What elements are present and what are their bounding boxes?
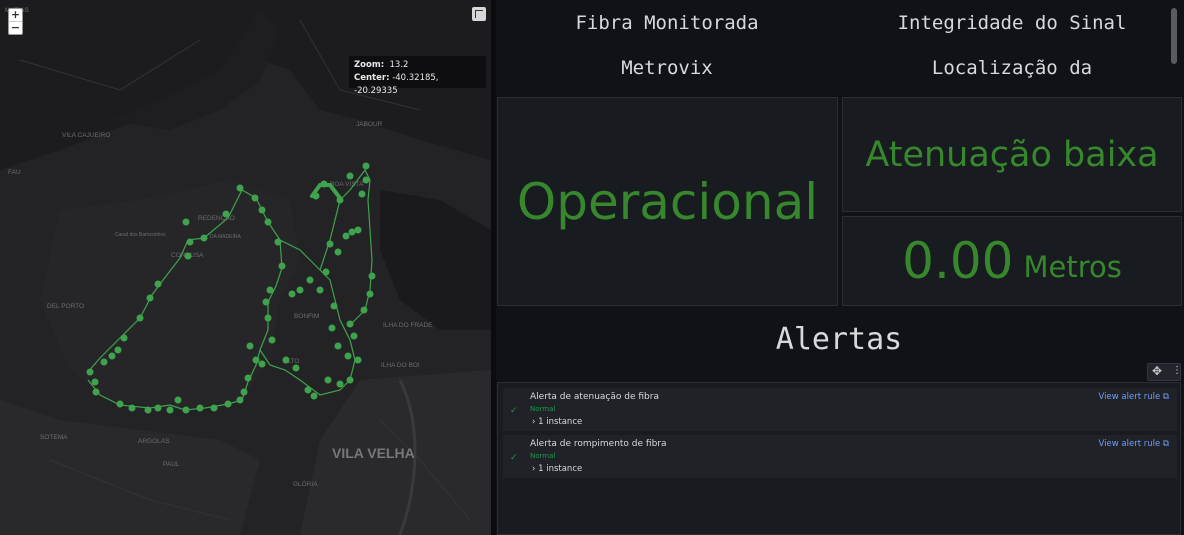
place-label: VILA CAJUEIRO [62, 132, 110, 139]
fiber-map[interactable]: MATIAS VILA CAJUEIRO FAU JABOUR BOA VIST… [0, 0, 491, 535]
layer-switcher-icon[interactable] [472, 7, 486, 21]
alert-name: Alerta de rompimento de fibra [530, 439, 667, 449]
place-label: PAUL [163, 461, 180, 468]
fibra-title: Fibra Monitorada [575, 12, 759, 34]
place-label: GLÓRIA [293, 479, 318, 488]
status-value: Operacional [516, 172, 819, 231]
fibra-subtitle: Metrovix [621, 57, 713, 79]
alert-name: Alerta de atenuação de fibra [530, 392, 659, 402]
view-alert-rule-link[interactable]: View alert rule ⧉ [1099, 439, 1169, 449]
zoom-control: + − [8, 8, 23, 35]
alert-list-panel: ✓ Alerta de atenuação de fibra Normal › … [497, 382, 1181, 535]
move-icon[interactable]: ✥ [1152, 364, 1162, 378]
place-label: DA MADEIRA [210, 234, 242, 240]
alert-rule-row[interactable]: ✓ Alerta de atenuação de fibra Normal › … [503, 388, 1177, 431]
integrity-panel: Atenuação baixa [842, 97, 1182, 212]
sinal-title: Integridade do Sinal [897, 12, 1127, 34]
place-label: ILHA DO FRADE [383, 322, 433, 329]
zoom-out-button[interactable]: − [9, 21, 22, 34]
center-label: Center: [354, 73, 390, 83]
instances-toggle[interactable]: › 1 instance [532, 464, 582, 474]
location-value: 0.00 [902, 232, 1014, 290]
location-unit: Metros [1023, 250, 1122, 284]
place-label: DEL PORTO [47, 303, 84, 310]
panel-tools: ✥ ⋮ [1147, 363, 1182, 381]
check-icon: ✓ [510, 453, 518, 463]
sinal-subtitle: Localização da [931, 57, 1093, 79]
alerts-title: Alertas [775, 322, 903, 357]
instances-toggle[interactable]: › 1 instance [532, 417, 582, 427]
check-icon: ✓ [510, 406, 518, 416]
zoom-in-button[interactable]: + [9, 9, 22, 21]
status-panel: Operacional [497, 97, 838, 306]
external-link-icon: ⧉ [1162, 392, 1169, 402]
place-label: JABOUR [356, 121, 383, 128]
alert-state: Normal [530, 405, 556, 413]
alert-state: Normal [530, 452, 556, 460]
scrollbar[interactable] [1171, 8, 1177, 64]
alert-rule-row[interactable]: ✓ Alerta de rompimento de fibra Normal ›… [503, 435, 1177, 478]
zoom-value: 13.2 [389, 60, 409, 70]
place-label: Canal dos Barrosinhos [115, 232, 166, 238]
map-view-info: Zoom: 13.2 Center: -40.32185, -20.29335 [349, 56, 486, 96]
place-label: BOA VISTA [330, 181, 364, 188]
panel-divider [491, 0, 496, 535]
location-panel: 0.00 Metros [842, 216, 1182, 306]
view-alert-rule-link[interactable]: View alert rule ⧉ [1099, 392, 1169, 402]
place-label: ILHA DO BOI [381, 362, 420, 369]
place-label: FAU [8, 169, 21, 176]
external-link-icon: ⧉ [1162, 439, 1169, 449]
place-label: VILA VELHA [332, 445, 415, 461]
integrity-value: Atenuação baixa [865, 134, 1159, 175]
zoom-label: Zoom: [354, 60, 385, 70]
place-label: ARGOLAS [138, 438, 170, 445]
place-label: BONFIM [294, 313, 319, 320]
place-label: SOTEMA [40, 434, 68, 441]
menu-icon[interactable]: ⋮ [1172, 365, 1182, 376]
